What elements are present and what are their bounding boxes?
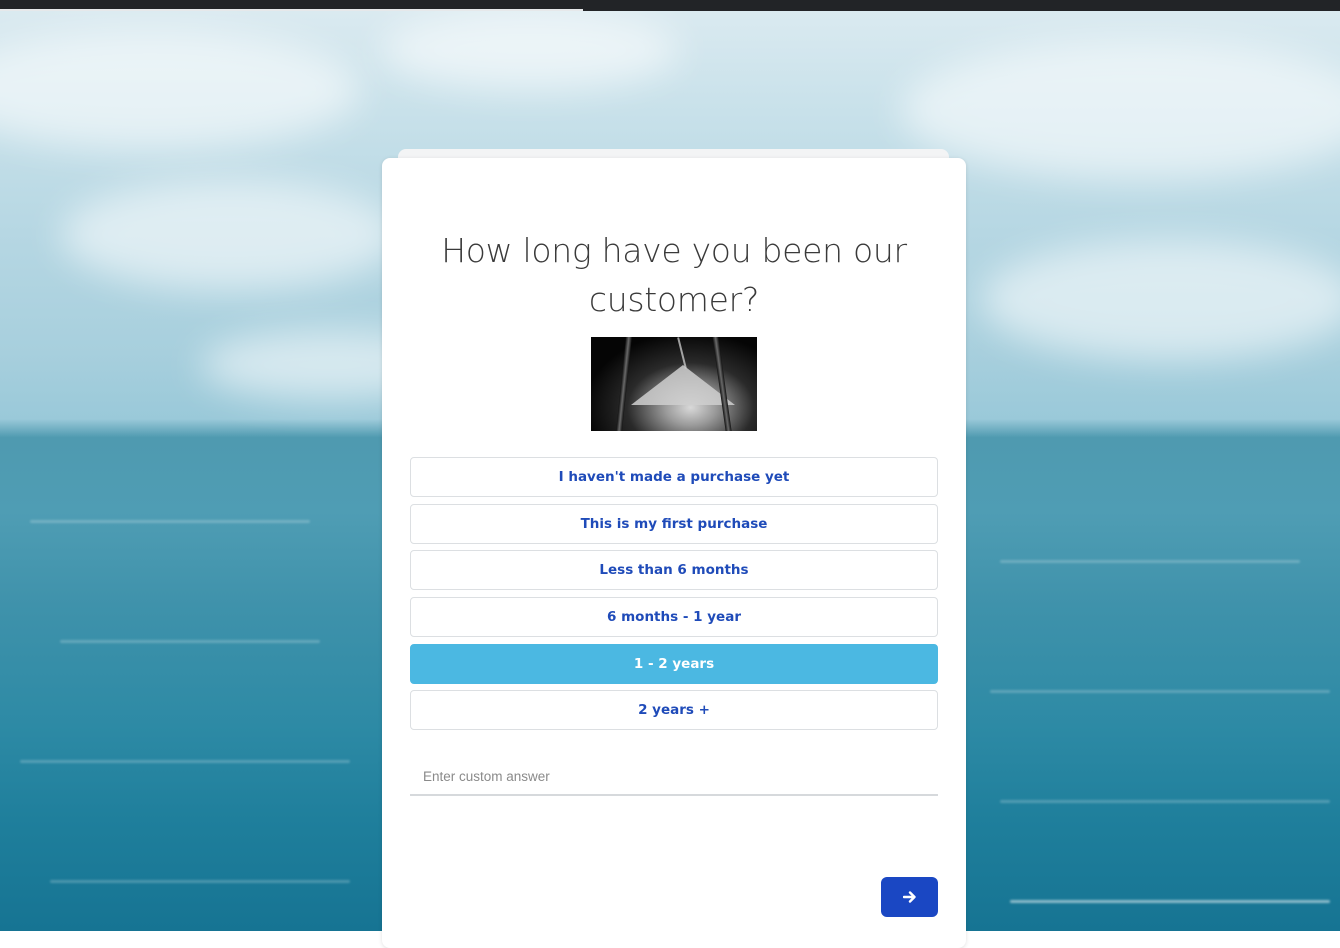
option-less-than-6-months[interactable]: Less than 6 months	[410, 550, 938, 591]
option-first-purchase[interactable]: This is my first purchase	[410, 503, 938, 544]
wave	[1000, 800, 1330, 803]
wave	[1010, 900, 1330, 903]
cloud	[980, 240, 1340, 360]
wave	[20, 760, 350, 763]
answer-options: I haven't made a purchase yet This is my…	[410, 457, 938, 737]
cloud	[380, 10, 680, 90]
option-no-purchase-yet[interactable]: I haven't made a purchase yet	[410, 457, 938, 497]
hourglass-frame-left	[616, 337, 632, 431]
cloud	[0, 30, 360, 150]
question-title: How long have you been our customer?	[441, 231, 907, 319]
wave	[50, 880, 350, 883]
option-2-years-plus[interactable]: 2 years +	[410, 690, 938, 731]
option-1-2-years[interactable]: 1 - 2 years	[410, 643, 938, 684]
wave	[60, 640, 320, 643]
top-progress-bar	[0, 0, 1340, 11]
wave	[990, 690, 1330, 693]
custom-answer-input[interactable]	[410, 758, 938, 796]
cloud	[60, 180, 400, 290]
cloud	[900, 40, 1340, 180]
survey-card: How long have you been our customer? I h…	[382, 158, 966, 948]
wave	[30, 520, 310, 523]
option-6-months-1-year[interactable]: 6 months - 1 year	[410, 597, 938, 638]
next-button[interactable]	[881, 877, 938, 917]
hourglass-image	[591, 337, 757, 431]
wave	[1000, 560, 1300, 563]
arrow-right-icon	[902, 891, 916, 903]
progress-fill	[0, 9, 583, 11]
